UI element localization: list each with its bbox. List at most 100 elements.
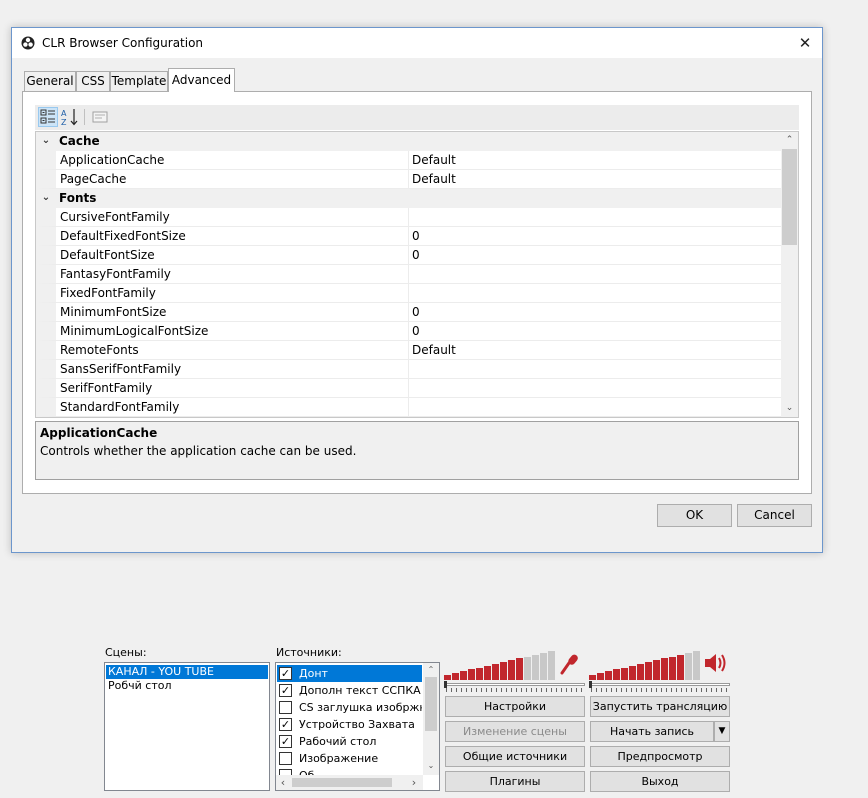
property-value[interactable]: Default [408,151,781,170]
property-row[interactable]: StandardFontFamily [36,398,781,417]
property-value[interactable]: Default [408,341,781,360]
checked-checkbox-icon[interactable]: ✓ [279,667,292,680]
category-row-fonts[interactable]: ⌄ Fonts [36,189,781,208]
property-value[interactable]: 0 [408,322,781,341]
slider-tick [461,688,462,692]
property-value[interactable] [408,265,781,284]
advanced-tab-panel: A Z ⌄ Cache ApplicationCache Default PageCac… [22,91,812,494]
sources-scroll-thumb[interactable] [425,677,437,731]
title-bar[interactable]: CLR Browser Configuration ✕ [12,28,822,58]
slider-thumb[interactable] [444,681,447,688]
settings-button[interactable]: Настройки [445,696,585,717]
slider-tick [576,688,577,692]
property-value[interactable] [408,379,781,398]
scroll-down-arrow-icon[interactable]: ⌄ [781,400,798,417]
slider-tick [631,688,632,692]
sources-horizontal-scrollbar[interactable]: ‹ › [276,775,423,790]
slider-track[interactable] [444,683,585,686]
global-sources-button[interactable]: Общие источники [445,746,585,767]
tab-template[interactable]: Template [110,71,168,91]
checked-checkbox-icon[interactable]: ✓ [279,735,292,748]
tab-general[interactable]: General [24,71,76,91]
slider-tick [546,688,547,692]
sources-scroll-right-icon[interactable]: › [407,775,421,790]
property-value[interactable] [408,284,781,303]
sources-vertical-scrollbar[interactable]: ⌃ ⌄ [423,663,439,775]
meter-segment [540,653,547,680]
property-row[interactable]: PageCache Default [36,170,781,189]
property-row[interactable]: FixedFontFamily [36,284,781,303]
property-row[interactable]: SerifFontFamily [36,379,781,398]
property-row[interactable]: MinimumLogicalFontSize 0 [36,322,781,341]
desktop-volume-meter [589,648,701,680]
exit-button[interactable]: Выход [590,771,730,792]
edit-scene-button[interactable]: Изменение сцены [445,721,585,742]
slider-track[interactable] [589,683,730,686]
property-value[interactable]: 0 [408,303,781,322]
close-icon[interactable]: ✕ [788,28,822,58]
unchecked-checkbox-icon[interactable] [279,701,292,714]
property-grid-scrollbar[interactable]: ⌃ ⌄ [781,132,798,417]
property-value[interactable]: 0 [408,227,781,246]
meter-segment [613,669,620,680]
slider-tick [686,688,687,692]
collapse-chevron-icon[interactable]: ⌄ [39,134,53,148]
tab-advanced[interactable]: Advanced [168,68,235,92]
source-item[interactable]: Рабочий стол [277,733,422,750]
categorized-view-button[interactable] [38,107,58,127]
source-item[interactable]: Донт [277,665,422,682]
preview-button[interactable]: Предпросмотр [590,746,730,767]
start-stream-button[interactable]: Запустить трансляцию [590,696,730,717]
sources-list[interactable]: Донт✓Дополн текст ССПКА В I✓CS заглушка … [275,662,440,791]
start-record-button[interactable]: Начать запись [590,721,714,742]
category-row-cache[interactable]: ⌄ Cache [36,132,781,151]
slider-tick [571,688,572,692]
property-row[interactable]: MinimumFontSize 0 [36,303,781,322]
scenes-list[interactable]: КАНАЛ - YOU TUBE Робчй стол [104,662,270,791]
scroll-up-arrow-icon[interactable]: ⌃ [781,132,798,149]
property-row[interactable]: ApplicationCache Default [36,151,781,170]
scene-item[interactable]: КАНАЛ - YOU TUBE [106,665,268,679]
source-item[interactable]: Устройство Захвата [277,716,422,733]
property-row[interactable]: RemoteFonts Default [36,341,781,360]
checked-checkbox-icon[interactable]: ✓ [279,718,292,731]
slider-tick [491,688,492,692]
scene-item[interactable]: Робчй стол [106,679,268,693]
property-value[interactable]: 0 [408,246,781,265]
sources-scroll-up-icon[interactable]: ⌃ [423,663,439,677]
sources-hscroll-thumb[interactable] [292,778,392,787]
property-value[interactable] [408,360,781,379]
slider-tick [641,688,642,692]
property-value[interactable]: Default [408,170,781,189]
property-value[interactable] [408,398,781,417]
ok-button[interactable]: OK [657,504,732,527]
property-row[interactable]: DefaultFontSize 0 [36,246,781,265]
cancel-button[interactable]: Cancel [737,504,812,527]
property-row[interactable]: SansSerifFontFamily [36,360,781,379]
sources-scroll-left-icon[interactable]: ‹ [276,775,290,790]
source-item[interactable]: Дополн текст ССПКА В I [277,682,422,699]
plugins-button[interactable]: Плагины [445,771,585,792]
property-row[interactable]: DefaultFixedFontSize 0 [36,227,781,246]
slider-tick [446,688,447,692]
sources-scroll-down-icon[interactable]: ⌄ [423,759,439,773]
desktop-volume-slider[interactable] [589,681,730,693]
scrollbar-thumb[interactable] [782,149,797,245]
unchecked-checkbox-icon[interactable] [279,752,292,765]
tab-css[interactable]: CSS [76,71,110,91]
microphone-icon[interactable] [558,652,582,676]
record-dropdown-arrow-icon[interactable]: ▼ [714,721,730,742]
collapse-chevron-icon[interactable]: ⌄ [39,191,53,205]
property-row[interactable]: CursiveFontFamily [36,208,781,227]
slider-tick [476,688,477,692]
speaker-icon[interactable] [703,652,727,674]
source-item[interactable]: CS заглушка изобржне [277,699,422,716]
property-value[interactable] [408,208,781,227]
source-item[interactable]: Изображение [277,750,422,767]
slider-thumb[interactable] [589,681,592,688]
alphabetical-view-button[interactable]: A Z [60,107,80,127]
mic-volume-slider[interactable] [444,681,585,693]
property-row[interactable]: FantasyFontFamily [36,265,781,284]
checked-checkbox-icon[interactable]: ✓ [279,684,292,697]
slider-tick [601,688,602,692]
